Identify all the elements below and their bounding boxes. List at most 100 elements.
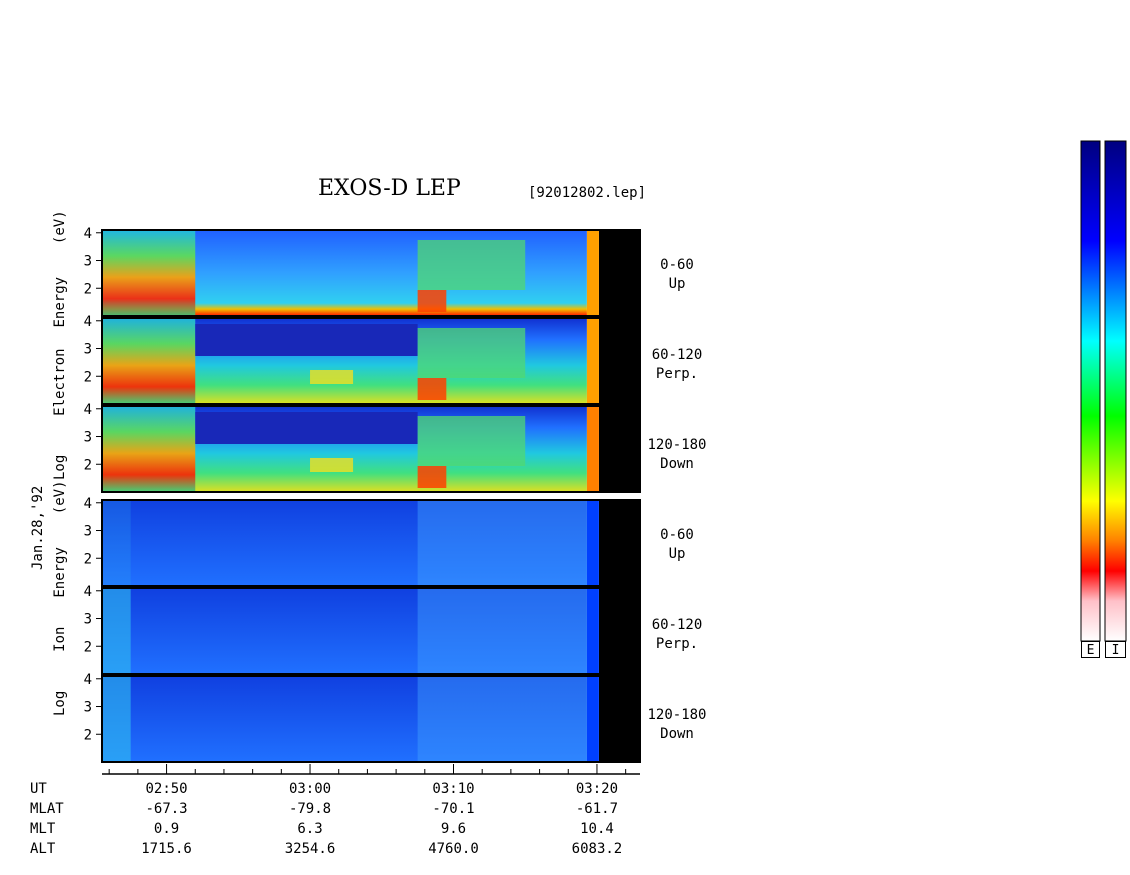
colorbar-label-e: E [1081, 641, 1100, 658]
ylabel-word: Electron [52, 348, 68, 416]
no-data-region [598, 588, 640, 674]
y-tick-label: 3 [84, 612, 92, 628]
footer-label-ut: UT [30, 781, 47, 797]
no-data-region [598, 406, 640, 492]
heatmap-feature [417, 500, 587, 586]
electron-ylabel: Log Electron Energy (eV) [52, 210, 68, 480]
footer-label-mlt: MLT [30, 821, 56, 837]
heatmap-feature [417, 588, 587, 674]
y-tick-label: 2 [84, 727, 92, 743]
angle-direction: Perp. [655, 366, 699, 382]
footer-value-mlt: 0.9 [153, 821, 180, 837]
angle-range: 0-60 [660, 527, 694, 543]
angle-direction: Up [668, 546, 686, 562]
spectrogram-plot: 4 3 2 4 3 2 4 3 2 4 3 2 4 3 2 4 3 2 [84, 140, 1127, 775]
angle-label: 60-120 Perp. [642, 346, 712, 384]
y-tick-label: 3 [84, 342, 92, 358]
footer-value-alt: 1715.6 [141, 841, 192, 857]
footer-value-ut: 03:20 [575, 781, 619, 797]
edge-stripe [586, 676, 599, 762]
edge-stripe [586, 230, 599, 316]
angle-label: 0-60 Up [642, 256, 712, 294]
group-separator [96, 493, 640, 499]
y-tick-label: 2 [84, 551, 92, 567]
y-tick-label: 4 [84, 402, 92, 418]
ylabel-word: Log [52, 454, 68, 480]
angle-label: 0-60 Up [642, 526, 712, 564]
y-tick-label: 4 [84, 584, 92, 600]
heatmap-feature [417, 676, 587, 762]
footer-value-mlat: -79.8 [288, 801, 332, 817]
heatmap-feature [417, 290, 447, 312]
angle-direction: Perp. [655, 636, 699, 652]
y-tick-label: 4 [84, 314, 92, 330]
angle-range: 60-120 [651, 347, 703, 363]
ylabel-word: (eV) [52, 480, 68, 515]
angle-label: 120-180 Down [642, 706, 712, 744]
ylabel-word: Ion [52, 626, 68, 652]
ylabel-word: (eV) [52, 210, 68, 245]
edge-stripe [586, 406, 599, 492]
y-tick-label: 3 [84, 524, 92, 540]
y-tick-label: 2 [84, 639, 92, 655]
angle-label: 120-180 Down [642, 436, 712, 474]
no-data-region [598, 318, 640, 404]
heatmap-feature [102, 230, 196, 316]
footer-value-mlt: 6.3 [297, 821, 323, 837]
y-tick-label: 3 [84, 430, 92, 446]
heatmap-feature [102, 588, 131, 674]
no-data-region [598, 676, 640, 762]
y-tick-label: 4 [84, 496, 92, 512]
heatmap-feature [102, 406, 196, 492]
heatmap-feature [310, 458, 354, 472]
footer-label-mlat: MLAT [30, 801, 64, 817]
heatmap-feature [195, 412, 418, 444]
footer-value-mlat: -70.1 [432, 801, 475, 817]
y-tick-label: 4 [84, 672, 92, 688]
footer-value-alt: 3254.6 [284, 841, 336, 857]
footer-value-mlt: 9.6 [440, 821, 467, 837]
ion-ylabel: Log Ion Energy (eV) [52, 480, 68, 716]
heatmap-feature [417, 378, 447, 400]
y-tick-label: 2 [84, 457, 92, 473]
edge-stripe [586, 500, 599, 586]
angle-range: 0-60 [660, 257, 694, 273]
angle-label: 60-120 Perp. [642, 616, 712, 654]
colorbar-label-i: I [1105, 641, 1126, 658]
heatmap-feature [417, 328, 526, 378]
footer-value-ut: 02:50 [145, 781, 188, 797]
footer-label-alt: ALT [30, 841, 56, 857]
footer-value-ut: 03:10 [432, 781, 475, 797]
footer-value-mlat: -61.7 [575, 801, 619, 817]
footer-value-mlat: -67.3 [145, 801, 188, 817]
angle-range: 120-180 [647, 437, 707, 453]
ylabel-word: Log [52, 690, 68, 716]
footer-value-ut: 03:00 [288, 781, 332, 797]
colorbar-electron [1080, 140, 1101, 642]
footer-value-alt: 4760.0 [428, 841, 479, 857]
angle-direction: Down [660, 456, 694, 472]
y-tick-label: 2 [84, 281, 92, 297]
angle-direction: Down [660, 726, 694, 742]
heatmap-feature [310, 370, 354, 384]
heatmap-feature [102, 318, 196, 404]
heatmap-feature [102, 500, 131, 586]
footer-value-alt: 6083.2 [571, 841, 623, 857]
edge-stripe [586, 318, 599, 404]
footer-value-mlt: 10.4 [580, 821, 614, 837]
heatmap-feature [417, 466, 447, 488]
no-data-region [598, 230, 640, 316]
colorbar-ion [1104, 140, 1127, 642]
ylabel-word: Energy [52, 547, 68, 598]
y-tick-label: 3 [84, 700, 92, 716]
heatmap-feature [417, 240, 526, 290]
y-tick-label: 4 [84, 226, 92, 242]
y-tick-label: 3 [84, 254, 92, 270]
heatmap-feature [417, 416, 526, 466]
no-data-region [598, 500, 640, 586]
y-tick-label: 2 [84, 369, 92, 385]
angle-range: 60-120 [651, 617, 703, 633]
ylabel-word: Energy [52, 276, 68, 328]
angle-range: 120-180 [647, 707, 707, 723]
heatmap-feature [102, 676, 131, 762]
